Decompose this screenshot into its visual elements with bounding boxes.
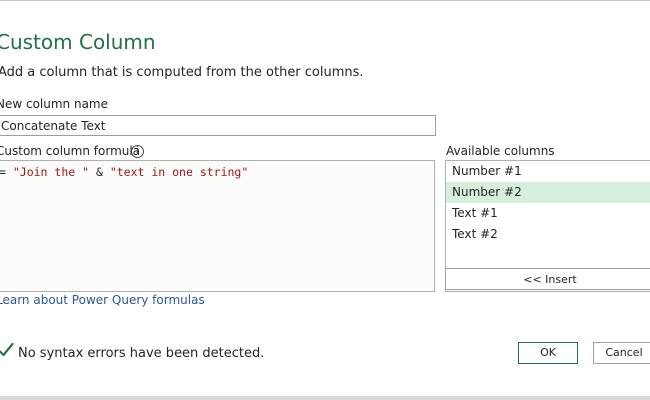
custom-column-dialog: Custom Column Add a column that is compu… xyxy=(0,0,650,400)
column-item-text-1[interactable]: Text #1 xyxy=(446,203,650,224)
column-name-input[interactable] xyxy=(0,115,436,136)
formula-prefix: = xyxy=(0,165,13,179)
bottom-border xyxy=(0,396,650,400)
formula-label: Custom column formula xyxy=(0,144,141,158)
column-item-text-2[interactable]: Text #2 xyxy=(446,224,650,245)
column-item-number-2[interactable]: Number #2 xyxy=(446,182,650,203)
formula-string-2: "text in one string" xyxy=(109,165,249,179)
formula-operator: & xyxy=(89,165,110,179)
formula-editor[interactable] xyxy=(0,160,435,292)
info-icon[interactable]: i xyxy=(131,145,144,158)
column-item-number-1[interactable]: Number #1 xyxy=(446,161,650,182)
dialog-title: Custom Column xyxy=(0,30,156,54)
top-border xyxy=(0,0,650,1)
column-name-label: New column name xyxy=(0,97,109,111)
formula-string-1: "Join the " xyxy=(12,165,90,179)
available-columns-label: Available columns xyxy=(446,144,555,158)
dialog-subtitle: Add a column that is computed from the o… xyxy=(0,65,364,80)
formula-text[interactable]: = "Join the " & "text in one string" xyxy=(0,165,248,179)
check-icon xyxy=(0,342,14,357)
cancel-button[interactable]: Cancel xyxy=(593,342,650,364)
ok-button[interactable]: OK xyxy=(518,342,578,364)
learn-formulas-link[interactable]: Learn about Power Query formulas xyxy=(0,293,205,307)
syntax-status-text: No syntax errors have been detected. xyxy=(18,346,265,361)
insert-button[interactable]: << Insert xyxy=(445,268,650,290)
